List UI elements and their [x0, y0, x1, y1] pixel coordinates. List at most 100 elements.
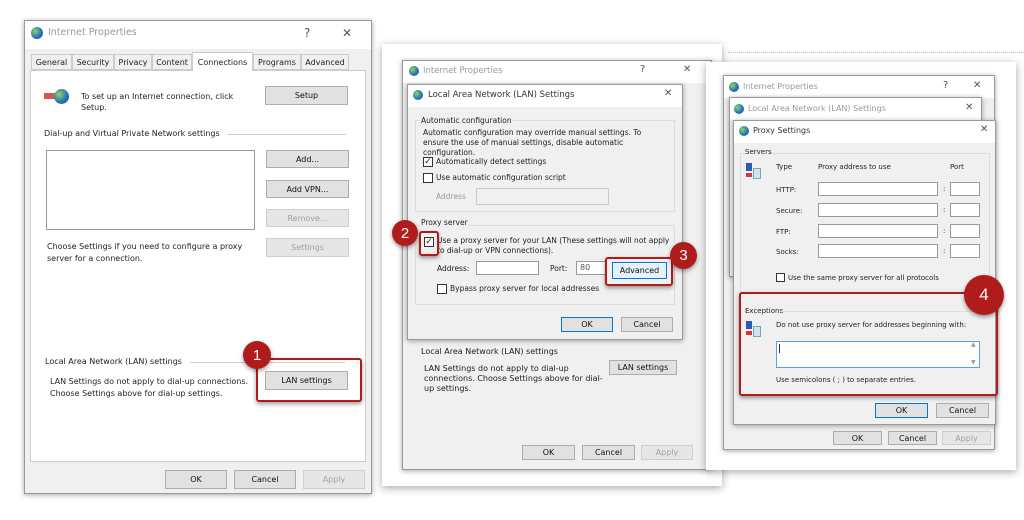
http-address-field[interactable] [818, 182, 938, 196]
close-button[interactable]: ✕ [980, 124, 988, 135]
servers-group [740, 153, 990, 293]
cancel-button[interactable]: Cancel [234, 470, 296, 489]
background-lan-title: Local Area Network (LAN) Settings [748, 104, 886, 113]
type-column-header: Type [776, 163, 793, 171]
close-button[interactable]: ✕ [683, 64, 691, 75]
highlight-exceptions [739, 292, 998, 396]
close-button[interactable]: ✕ [965, 102, 973, 113]
use-script-label: Use automatic configuration script [436, 173, 566, 182]
step-badge-4: 4 [964, 275, 1004, 315]
remove-button[interactable]: Remove... [266, 209, 349, 227]
tab-privacy[interactable]: Privacy [114, 54, 152, 70]
network-computer-icon [746, 163, 762, 181]
bypass-local-checkbox[interactable] [437, 284, 447, 294]
proxy-address-field[interactable] [476, 261, 539, 275]
apply-button[interactable]: Apply [303, 470, 365, 489]
internet-globe-icon [739, 126, 749, 136]
ok-button[interactable]: OK [875, 403, 928, 418]
port-field[interactable]: 80 [576, 261, 607, 275]
internet-globe-icon [729, 82, 739, 92]
colon-separator: : [943, 247, 946, 255]
script-address-field[interactable] [476, 188, 609, 205]
tab-connections[interactable]: Connections [192, 52, 253, 71]
choose-settings-text: Choose Settings if you need to configure… [47, 242, 243, 263]
bg-apply-button[interactable]: Apply [641, 445, 693, 460]
ok-button[interactable]: OK [561, 317, 613, 332]
script-address-label: Address [436, 192, 466, 201]
highlight-advanced [605, 257, 673, 286]
lan-group-label: Local Area Network (LAN) settings [45, 357, 182, 366]
secure-port-field[interactable] [950, 203, 980, 217]
bg-lan-group-label: Local Area Network (LAN) settings [421, 347, 558, 356]
port-column-header: Port [950, 163, 964, 171]
step-badge-2: 2 [392, 220, 418, 246]
dialog-title: Local Area Network (LAN) Settings [428, 90, 575, 100]
help-button[interactable]: ? [943, 80, 948, 91]
bg-apply-button[interactable]: Apply [942, 431, 991, 445]
step-badge-3: 3 [670, 242, 697, 269]
secure-label: Secure: [776, 207, 803, 215]
auto-detect-label: Automatically detect settings [436, 157, 547, 166]
auto-detect-checkbox[interactable]: ✓ [423, 157, 433, 167]
background-window-title: Internet Properties [743, 82, 818, 91]
tab-content[interactable]: Content [152, 54, 192, 70]
help-button[interactable]: ? [640, 64, 645, 75]
bg-cancel-button[interactable]: Cancel [888, 431, 937, 445]
tab-general[interactable]: General [31, 54, 72, 70]
proxy-address-label: Address: [437, 264, 470, 273]
bg-lan-text: LAN Settings do not apply to dial-up con… [424, 364, 603, 393]
cancel-button[interactable]: Cancel [621, 317, 673, 332]
same-proxy-checkbox[interactable] [776, 273, 785, 282]
highlight-lan-settings [256, 358, 362, 402]
highlight-use-proxy [419, 231, 439, 256]
servers-group-label: Servers [745, 148, 772, 156]
tab-security[interactable]: Security [72, 54, 114, 70]
secure-address-field[interactable] [818, 203, 938, 217]
bg-lan-settings-button[interactable]: LAN settings [609, 360, 677, 375]
use-proxy-label: Use a proxy server for your LAN (These s… [437, 236, 670, 255]
settings-button[interactable]: Settings [266, 238, 349, 257]
auto-config-group-label: Automatic configuration [420, 116, 513, 125]
same-proxy-label: Use the same proxy server for all protoc… [788, 274, 939, 282]
dialog-title: Proxy Settings [753, 126, 811, 135]
cancel-button[interactable]: Cancel [936, 403, 989, 418]
dotted-separator [728, 52, 1024, 53]
internet-globe-icon [31, 27, 43, 39]
add-button[interactable]: Add... [266, 150, 349, 168]
tab-advanced[interactable]: Advanced [301, 54, 349, 70]
bg-cancel-button[interactable]: Cancel [582, 445, 635, 460]
ftp-address-field[interactable] [818, 224, 938, 238]
bg-ok-button[interactable]: OK [522, 445, 575, 460]
close-button[interactable]: ✕ [973, 80, 981, 91]
port-label: Port: [550, 264, 568, 273]
close-button[interactable]: ✕ [664, 88, 672, 99]
bg-ok-button[interactable]: OK [833, 431, 882, 445]
colon-separator: : [943, 206, 946, 214]
tab-programs[interactable]: Programs [253, 54, 301, 70]
colon-separator: : [943, 227, 946, 235]
use-script-checkbox[interactable] [423, 173, 433, 183]
window-title: Internet Properties [48, 27, 137, 38]
socks-label: Socks: [776, 248, 799, 256]
http-label: HTTP: [776, 186, 797, 194]
socks-address-field[interactable] [818, 244, 938, 258]
ok-button[interactable]: OK [165, 470, 227, 489]
step-badge-1: 1 [243, 341, 271, 369]
connection-wizard-icon [44, 89, 72, 105]
setup-button[interactable]: Setup [265, 86, 348, 105]
internet-globe-icon [413, 90, 423, 100]
proxy-server-group-label: Proxy server [420, 218, 469, 227]
internet-globe-icon [734, 104, 744, 114]
setup-text: To set up an Internet connection, click … [81, 92, 234, 112]
http-port-field[interactable] [950, 182, 980, 196]
help-button[interactable]: ? [304, 26, 310, 40]
lan-text: LAN Settings do not apply to dial-up con… [50, 377, 249, 398]
add-vpn-button[interactable]: Add VPN... [266, 180, 349, 198]
ftp-port-field[interactable] [950, 224, 980, 238]
ftp-label: FTP: [776, 228, 791, 236]
auto-config-text: Automatic configuration may override man… [423, 128, 642, 157]
dialup-group-label: Dial-up and Virtual Private Network sett… [44, 129, 220, 138]
connections-listbox[interactable] [46, 150, 255, 230]
close-button[interactable]: ✕ [342, 26, 352, 40]
socks-port-field[interactable] [950, 244, 980, 258]
